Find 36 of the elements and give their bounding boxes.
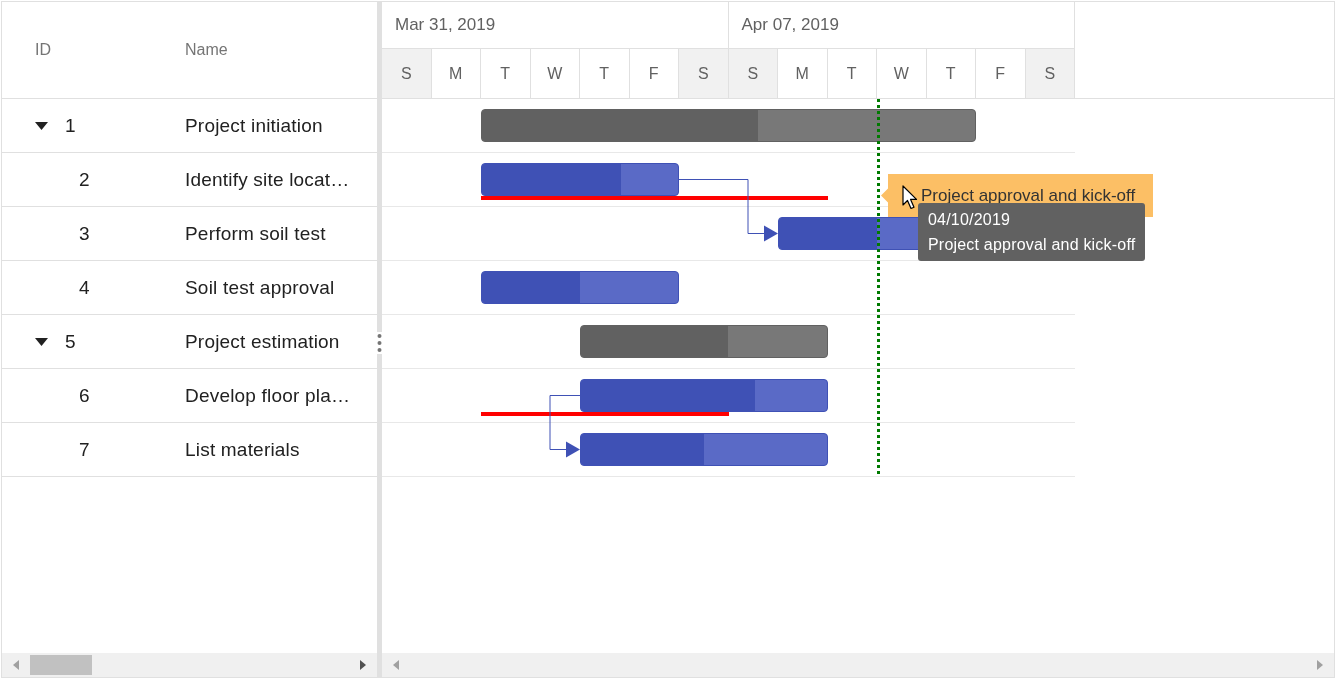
scrollbar-thumb[interactable] [30, 655, 92, 675]
day-header: S [728, 49, 778, 98]
week-header: Mar 31, 2019 [395, 15, 496, 35]
column-header[interactable]: Name [185, 41, 228, 58]
task-id: 5 [65, 330, 76, 353]
scroll-right-icon[interactable] [359, 660, 367, 670]
drag-handle-icon[interactable] [375, 332, 384, 354]
tooltip-text: Project approval and kick-off [928, 235, 1136, 255]
scrollbar-track[interactable] [382, 652, 1334, 677]
task-name: Perform soil test [185, 222, 326, 245]
task-id: 1 [65, 114, 76, 137]
summary-bar[interactable] [481, 109, 976, 142]
summary-bar[interactable] [580, 325, 828, 358]
task-id: 3 [79, 222, 90, 245]
caret-down-icon[interactable] [35, 337, 48, 346]
task-name: Project estimation [185, 330, 340, 353]
task-name: Project initiation [185, 114, 323, 137]
task-name: Identify site locat… [185, 168, 350, 191]
week-header: Apr 07, 2019 [741, 15, 839, 35]
connector-arrow [549, 395, 581, 458]
task-name: List materials [185, 438, 300, 461]
caret-down-icon[interactable] [35, 121, 48, 130]
column-header[interactable]: ID [35, 41, 51, 58]
scroll-left-icon[interactable] [392, 660, 400, 670]
task-id: 4 [79, 276, 90, 299]
day-header: S [679, 49, 729, 98]
task-name: Develop floor pla… [185, 384, 351, 407]
scrollbar-track[interactable] [2, 652, 377, 677]
day-header: S [382, 49, 432, 98]
task-id: 2 [79, 168, 90, 191]
day-header: S [1025, 49, 1075, 98]
task-id: 7 [79, 438, 90, 461]
cursor-icon [902, 185, 918, 210]
task-name: Soil test approval [185, 276, 335, 299]
scroll-left-icon[interactable] [12, 660, 20, 670]
task-id: 6 [79, 384, 90, 407]
